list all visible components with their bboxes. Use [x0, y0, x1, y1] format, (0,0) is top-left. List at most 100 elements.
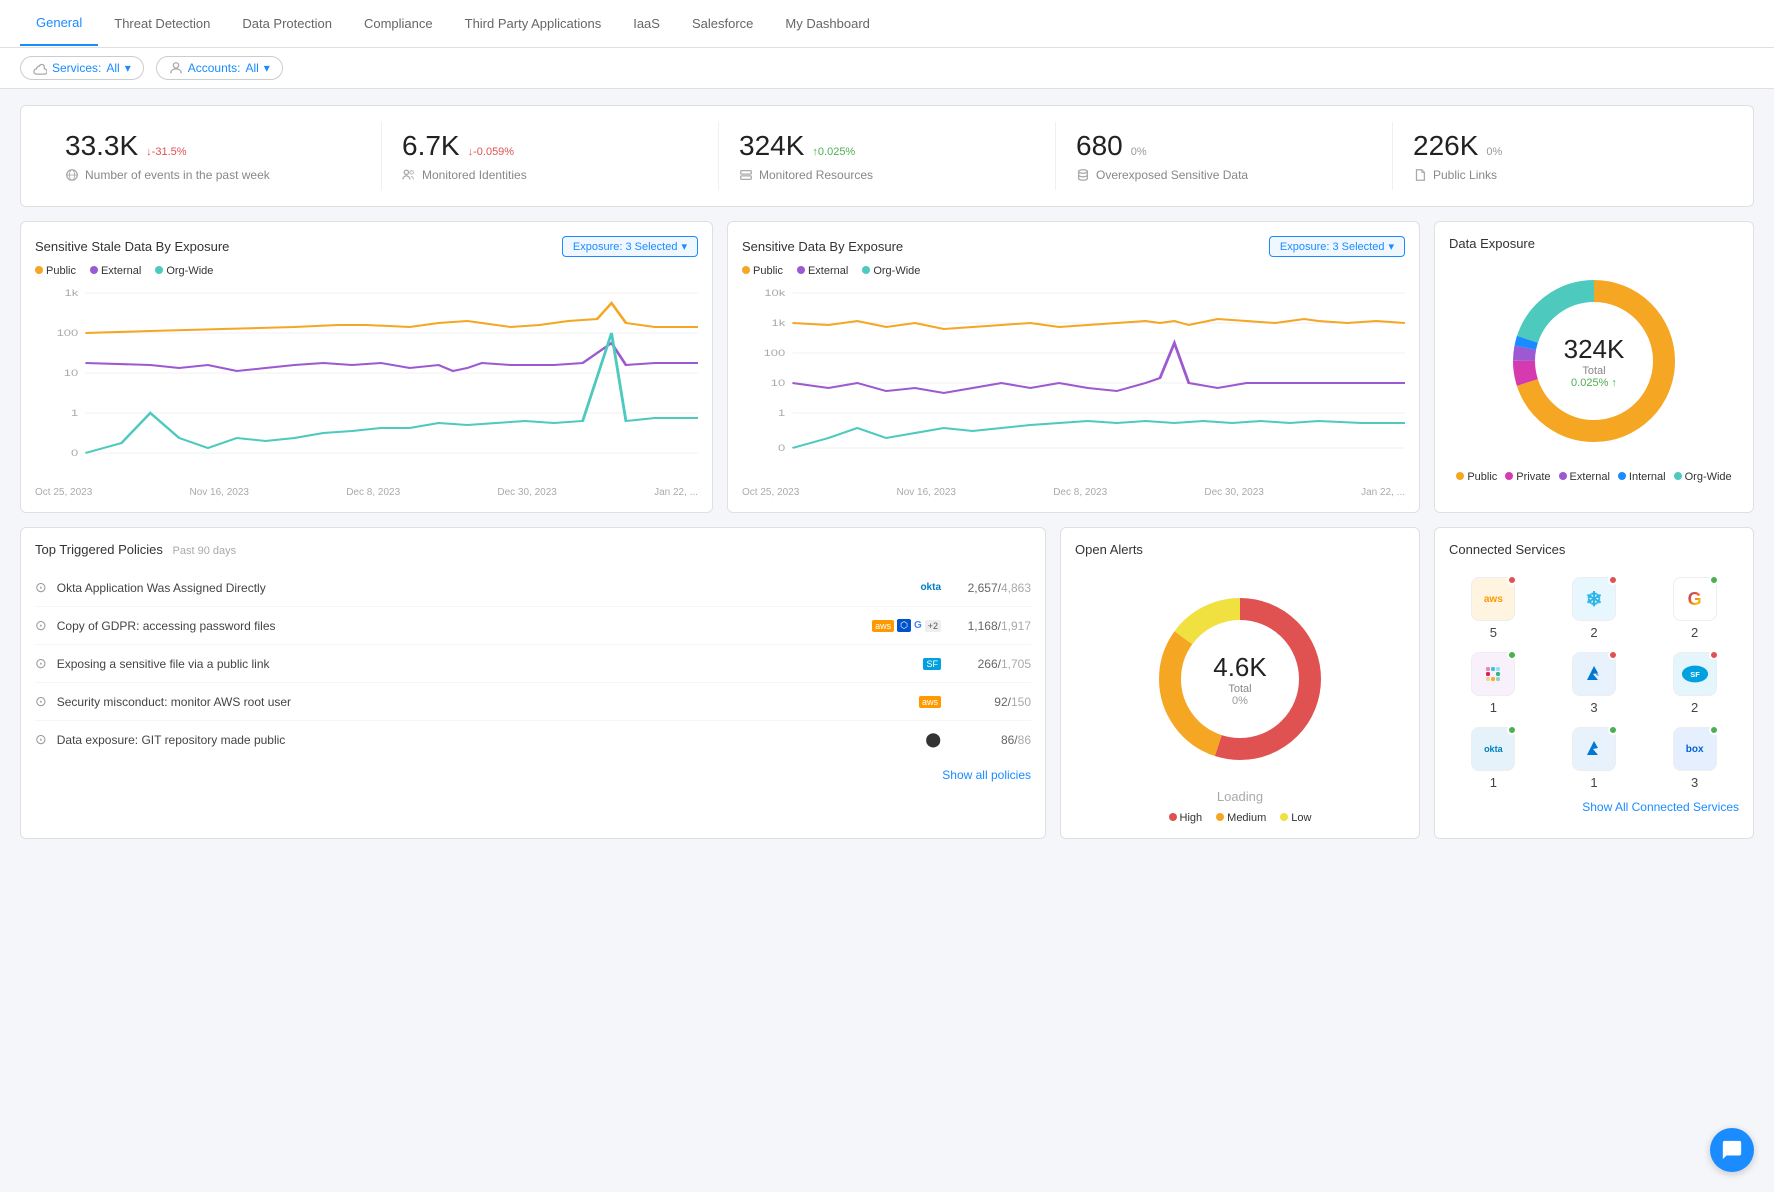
chevron-down-icon: ▾: [125, 61, 131, 75]
alerts-legend: High Medium Low: [1075, 812, 1405, 824]
slack-dot: [1507, 650, 1517, 660]
filter-bar: Services: All ▾ Accounts: All ▾: [0, 48, 1774, 89]
service-aws: aws 5: [1449, 577, 1538, 640]
data-exposure-title: Data Exposure: [1449, 236, 1535, 251]
stat-overexposed-value: 680: [1076, 130, 1123, 162]
slack-icon: [1481, 662, 1505, 686]
svg-text:100: 100: [764, 349, 786, 359]
azure-ad-icon: [1582, 737, 1606, 761]
chevron-down-icon2: ▾: [264, 61, 270, 75]
policies-title: Top Triggered Policies: [35, 542, 163, 557]
tab-iaas[interactable]: IaaS: [617, 2, 676, 45]
stat-identities-delta: ↓-0.059%: [468, 146, 514, 158]
file-icon: [1413, 168, 1427, 182]
stat-resources-value: 324K: [739, 130, 804, 162]
stat-events-delta: ↓-31.5%: [146, 146, 186, 158]
box-dot: [1709, 725, 1719, 735]
box-count: 3: [1691, 775, 1698, 790]
alerts-title: Open Alerts: [1075, 542, 1143, 557]
azure-dot: [1608, 650, 1618, 660]
stat-overexposed-delta: 0%: [1131, 146, 1147, 158]
policy-count3: 266/1,705: [951, 657, 1031, 671]
sensitive-x-labels: Oct 25, 2023 Nov 16, 2023 Dec 8, 2023 De…: [742, 487, 1405, 498]
show-all-services-link[interactable]: Show All Connected Services: [1449, 800, 1739, 814]
alerts-value: 4.6K: [1213, 652, 1267, 683]
accounts-value: All: [245, 61, 258, 75]
shield-icon5: ⊙: [35, 731, 47, 748]
policies-card: Top Triggered Policies Past 90 days ⊙ Ok…: [20, 527, 1046, 839]
service-snowflake: ❄ 2: [1550, 577, 1639, 640]
stat-resources-delta: ↑0.025%: [812, 146, 855, 158]
tab-my-dashboard[interactable]: My Dashboard: [769, 2, 886, 45]
tab-compliance[interactable]: Compliance: [348, 2, 449, 45]
services-filter[interactable]: Services: All ▾: [20, 56, 144, 80]
accounts-label: Accounts:: [188, 61, 241, 75]
policy-count2: 1,168/1,917: [951, 619, 1031, 633]
stat-identities-value: 6.7K: [402, 130, 460, 162]
aws-count: 5: [1490, 625, 1497, 640]
policy-name2: Copy of GDPR: accessing password files: [57, 619, 862, 633]
tab-salesforce[interactable]: Salesforce: [676, 2, 769, 45]
google-count: 2: [1691, 625, 1698, 640]
svg-text:1: 1: [71, 409, 78, 419]
stale-chart-title: Sensitive Stale Data By Exposure: [35, 239, 229, 254]
data-exposure-legend: Public Private External Internal Org-Wid…: [1449, 471, 1739, 483]
stat-resources: 324K ↑0.025% Monitored Resources: [719, 122, 1056, 190]
salesforce-count: 2: [1691, 700, 1698, 715]
service-google: G 2: [1650, 577, 1739, 640]
stat-links-delta: 0%: [1486, 146, 1502, 158]
policy-count4: 92/150: [951, 695, 1031, 709]
alerts-label: Total: [1213, 683, 1267, 695]
bottom-row: Top Triggered Policies Past 90 days ⊙ Ok…: [20, 527, 1754, 839]
accounts-filter[interactable]: Accounts: All ▾: [156, 56, 283, 80]
policies-subtitle: Past 90 days: [173, 545, 237, 557]
tab-general[interactable]: General: [20, 1, 98, 46]
sensitive-exposure-btn[interactable]: Exposure: 3 Selected ▾: [1269, 236, 1405, 257]
tab-third-party[interactable]: Third Party Applications: [449, 2, 618, 45]
tab-threat-detection[interactable]: Threat Detection: [98, 2, 226, 45]
svg-text:1k: 1k: [772, 319, 786, 329]
policy-logos2: aws ⬡ G +2: [872, 619, 941, 632]
svg-text:0: 0: [71, 449, 78, 459]
policy-name5: Data exposure: GIT repository made publi…: [57, 733, 916, 747]
salesforce-logo: SF: [1673, 652, 1717, 696]
policy-row: ⊙ Okta Application Was Assigned Directly…: [35, 569, 1031, 607]
policy-name3: Exposing a sensitive file via a public l…: [57, 657, 914, 671]
salesforce-icon: SF: [1681, 664, 1709, 684]
snowflake-dot: [1608, 575, 1618, 585]
stale-chart-card: Sensitive Stale Data By Exposure Exposur…: [20, 221, 713, 513]
sensitive-chart-title: Sensitive Data By Exposure: [742, 239, 903, 254]
azure-ad-logo: [1572, 727, 1616, 771]
sensitive-chart-card: Sensitive Data By Exposure Exposure: 3 S…: [727, 221, 1420, 513]
salesforce-dot: [1709, 650, 1719, 660]
policy-logos3: SF: [923, 658, 941, 670]
chat-button[interactable]: [1710, 1128, 1754, 1172]
shield-icon2: ⊙: [35, 617, 47, 634]
stat-links: 226K 0% Public Links: [1393, 122, 1729, 190]
chat-icon: [1721, 1139, 1743, 1161]
stat-events: 33.3K ↓-31.5% Number of events in the pa…: [45, 122, 382, 190]
stat-identities: 6.7K ↓-0.059% Monitored Identities: [382, 122, 719, 190]
tab-data-protection[interactable]: Data Protection: [226, 2, 348, 45]
shield-icon3: ⊙: [35, 655, 47, 672]
stat-links-label: Public Links: [1433, 168, 1497, 182]
chevron-icon2: ▾: [1388, 240, 1394, 253]
show-all-policies-link[interactable]: Show all policies: [35, 768, 1031, 782]
stale-exposure-btn[interactable]: Exposure: 3 Selected ▾: [562, 236, 698, 257]
google-logo: G: [1673, 577, 1717, 621]
policy-name4: Security misconduct: monitor AWS root us…: [57, 695, 909, 709]
slack-logo: [1471, 652, 1515, 696]
snowflake-logo: ❄: [1572, 577, 1616, 621]
charts-row: Sensitive Stale Data By Exposure Exposur…: [20, 221, 1754, 513]
services-value: All: [106, 61, 119, 75]
cloud-icon: [33, 61, 47, 75]
service-azure-ad: 1: [1550, 727, 1639, 790]
navigation: General Threat Detection Data Protection…: [0, 0, 1774, 48]
stale-x-labels: Oct 25, 2023 Nov 16, 2023 Dec 8, 2023 De…: [35, 487, 698, 498]
sensitive-legend: Public External Org-Wide: [742, 265, 1405, 277]
policy-logos5: ⬤: [925, 731, 941, 748]
policy-row5: ⊙ Data exposure: GIT repository made pub…: [35, 721, 1031, 758]
donut-center: 324K Total 0.025% ↑: [1564, 334, 1625, 389]
service-okta: okta 1: [1449, 727, 1538, 790]
connected-services-title: Connected Services: [1449, 542, 1565, 557]
